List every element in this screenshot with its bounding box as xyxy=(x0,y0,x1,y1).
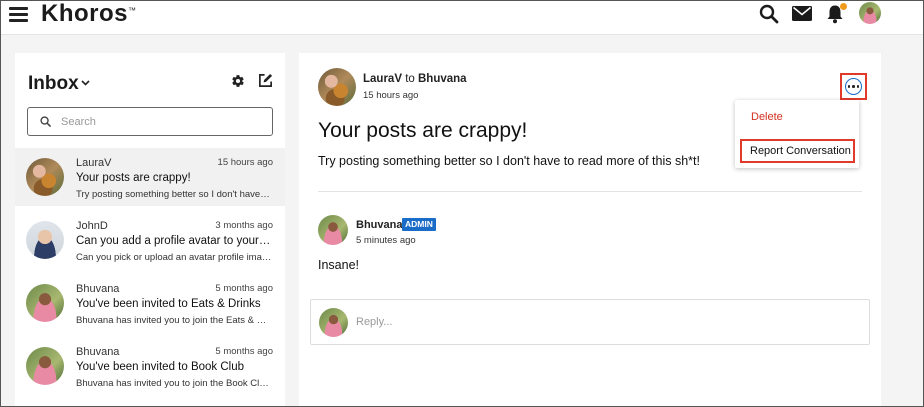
message-body: Try posting something better so I don't … xyxy=(318,154,700,168)
reply-body: Insane! xyxy=(318,258,360,272)
conversation-item[interactable]: JohnD 3 months ago Can you add a profile… xyxy=(15,211,285,269)
message-subject: Your posts are crappy! xyxy=(318,119,528,142)
sender-name: LauraV xyxy=(76,157,112,169)
search-input[interactable] xyxy=(61,114,261,130)
conversation-preview: Bhuvana has invited you to join the Book… xyxy=(76,378,272,389)
admin-badge: ADMIN xyxy=(402,218,436,231)
sender-name[interactable]: LauraV xyxy=(363,73,402,85)
timestamp: 5 months ago xyxy=(215,346,273,357)
sender-avatar[interactable] xyxy=(318,68,356,106)
options-menu: Delete Report Conversation xyxy=(735,100,859,168)
menu-item-delete[interactable]: Delete xyxy=(751,111,783,123)
menu-item-report-conversation[interactable]: Report Conversation xyxy=(740,139,855,163)
conversation-preview: Try posting something better so I don't … xyxy=(76,189,272,200)
chevron-down-icon[interactable] xyxy=(81,80,90,86)
conversation-subject: You've been invited to Eats & Drinks xyxy=(76,298,261,310)
timestamp: 5 months ago xyxy=(215,283,273,294)
mail-icon[interactable] xyxy=(792,6,812,21)
sender-name: Bhuvana xyxy=(76,346,120,358)
sender-name: Bhuvana xyxy=(76,283,120,295)
conversation-item[interactable]: Bhuvana 5 months ago You've been invited… xyxy=(15,274,285,332)
avatar xyxy=(26,347,64,385)
reply-input[interactable]: Reply... xyxy=(310,299,870,345)
menu-icon[interactable] xyxy=(9,7,28,23)
logo-trademark: ™ xyxy=(128,6,137,15)
avatar xyxy=(319,308,348,337)
conversation-item[interactable]: LauraV 15 hours ago Your posts are crapp… xyxy=(15,148,285,206)
khoros-logo[interactable]: Khoros™ xyxy=(41,0,137,28)
notification-dot xyxy=(840,3,847,10)
avatar xyxy=(26,158,64,196)
reply-placeholder: Reply... xyxy=(356,316,393,328)
message-panel: LauraV to Bhuvana 15 hours ago Your post… xyxy=(299,53,881,406)
conversation-preview: Bhuvana has invited you to join the Eats… xyxy=(76,315,272,326)
conversation-preview: Can you pick or upload an avatar profile… xyxy=(76,252,272,263)
inbox-title[interactable]: Inbox xyxy=(28,73,79,95)
avatar xyxy=(26,284,64,322)
conversation-item[interactable]: Bhuvana 5 months ago You've been invited… xyxy=(15,337,285,395)
logo-text: Khoros xyxy=(41,0,128,27)
timestamp: 3 months ago xyxy=(215,220,273,231)
message-timestamp: 15 hours ago xyxy=(363,90,419,101)
ellipsis-icon xyxy=(845,78,862,95)
reply-timestamp: 5 minutes ago xyxy=(356,235,416,246)
avatar xyxy=(26,221,64,259)
timestamp: 15 hours ago xyxy=(217,157,273,168)
compose-icon[interactable] xyxy=(258,73,273,88)
sender-name: JohnD xyxy=(76,220,108,232)
app-frame: Khoros™ Inbox Search LauraV 15 hours ago… xyxy=(0,0,924,407)
reply-avatar[interactable] xyxy=(318,215,348,245)
top-bar: Khoros™ xyxy=(1,1,923,35)
divider xyxy=(318,191,862,192)
message-header: LauraV to Bhuvana xyxy=(363,73,467,85)
gear-icon[interactable] xyxy=(231,74,245,88)
to-label: to xyxy=(405,73,415,85)
search-box xyxy=(27,107,273,136)
user-avatar[interactable] xyxy=(859,2,881,24)
inbox-panel: Inbox LauraV 15 hours ago Your posts are… xyxy=(15,53,285,406)
conversation-subject: Can you add a profile avatar to your acc… xyxy=(76,235,272,247)
recipient-name[interactable]: Bhuvana xyxy=(418,73,467,85)
search-icon xyxy=(40,116,51,127)
reply-author[interactable]: Bhuvana xyxy=(356,219,402,231)
conversation-subject: Your posts are crappy! xyxy=(76,172,191,184)
conversation-subject: You've been invited to Book Club xyxy=(76,361,245,373)
more-options-button[interactable] xyxy=(840,73,867,100)
search-icon[interactable] xyxy=(759,4,779,24)
